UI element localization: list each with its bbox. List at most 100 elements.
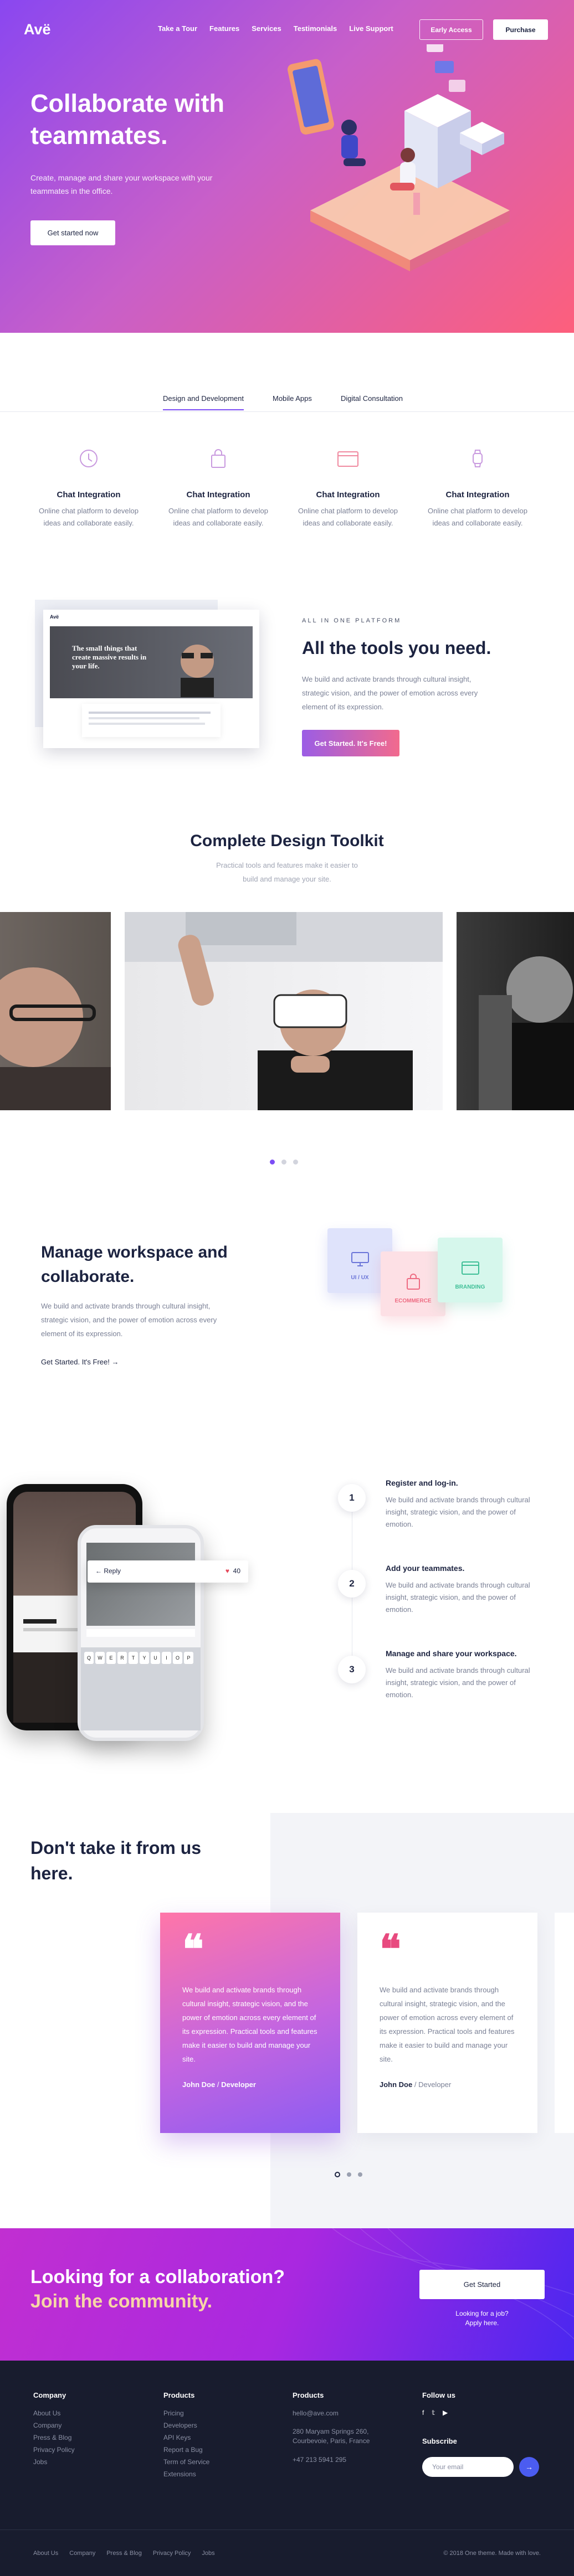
- carousel-dot[interactable]: [335, 2172, 340, 2177]
- feature-text: Online chat platform to develop ideas an…: [298, 507, 398, 527]
- keyboard-key[interactable]: U: [151, 1652, 160, 1664]
- reply-bar[interactable]: ← Reply ♥ 40: [88, 1560, 248, 1583]
- cta-get-started-button[interactable]: Get Started: [419, 2270, 545, 2299]
- keyboard-key[interactable]: T: [129, 1652, 138, 1664]
- footer-phone[interactable]: +47 213 5941 295: [293, 2456, 392, 2464]
- footer-bottom-link[interactable]: Company: [69, 2550, 95, 2557]
- nav-item-testimonials[interactable]: Testimonials: [294, 24, 337, 33]
- email-input[interactable]: Your email: [422, 2457, 514, 2477]
- like-count: 40: [233, 1567, 240, 1575]
- nav-item-features[interactable]: Features: [209, 24, 239, 33]
- keyboard-key[interactable]: R: [117, 1652, 127, 1664]
- carousel-dot[interactable]: [358, 2172, 362, 2177]
- testimonial-text: We build and activate brands through cul…: [380, 1986, 515, 2063]
- phone-keyboard: QWERTYUIOP: [81, 1647, 201, 1730]
- footer-email[interactable]: hello@ave.com: [293, 2409, 392, 2417]
- service-tabs: Design and Development Mobile Apps Digit…: [0, 388, 574, 412]
- footer-col-products: Products Pricing Developers API Keys Rep…: [163, 2391, 210, 2478]
- step-number: 2: [338, 1570, 366, 1598]
- step-title: Register and log-in.: [386, 1478, 458, 1487]
- keyboard-key[interactable]: O: [173, 1652, 182, 1664]
- arrow-right-icon: →: [525, 2462, 533, 2471]
- step-title: Add your teammates.: [386, 1564, 465, 1573]
- early-access-button[interactable]: Early Access: [419, 19, 483, 40]
- youtube-icon[interactable]: ▶: [443, 2409, 448, 2417]
- feature-title: Chat Integration: [445, 490, 510, 499]
- footer-bottom-link[interactable]: About Us: [33, 2550, 58, 2557]
- testimonial-dots: [335, 2172, 362, 2177]
- tab-design-development[interactable]: Design and Development: [163, 394, 244, 410]
- cta-title: Looking for a collaboration?: [30, 2266, 285, 2288]
- keyboard-key[interactable]: E: [106, 1652, 116, 1664]
- keyboard-key[interactable]: Y: [140, 1652, 149, 1664]
- testimonial-author: John Doe / Developer: [380, 2080, 452, 2089]
- shopping-bag-icon: [202, 442, 235, 475]
- footer-address: 280 Maryam Springs 260, Courbevoie, Pari…: [293, 2428, 370, 2445]
- job-link[interactable]: Looking for a job? Apply here.: [419, 2309, 545, 2328]
- mockup-headline: The small things that create massive res…: [72, 644, 147, 670]
- footer-bottom-link[interactable]: Press & Blog: [106, 2550, 142, 2557]
- footer-link[interactable]: Extensions: [163, 2470, 209, 2478]
- purchase-button[interactable]: Purchase: [493, 19, 548, 40]
- footer-link[interactable]: Press & Blog: [33, 2434, 75, 2441]
- subscribe-submit-button[interactable]: →: [519, 2457, 539, 2477]
- tile-ecommerce[interactable]: ECOMMERCE: [381, 1251, 445, 1316]
- twitter-icon[interactable]: 𝕥: [432, 2409, 435, 2417]
- footer-col-company: Company About Us Company Press & Blog Pr…: [33, 2391, 75, 2466]
- footer-link[interactable]: Report a Bug: [163, 2446, 209, 2454]
- copyright: © 2018 One theme. Made with love.: [443, 2550, 541, 2557]
- carousel-dot[interactable]: [270, 1160, 275, 1165]
- footer: Company About Us Company Press & Blog Pr…: [0, 2361, 574, 2576]
- keyboard-key[interactable]: P: [184, 1652, 193, 1664]
- logo[interactable]: Avë: [24, 21, 51, 38]
- facebook-icon[interactable]: f: [422, 2409, 424, 2417]
- tab-digital-consultation[interactable]: Digital Consultation: [341, 394, 403, 403]
- footer-link[interactable]: Developers: [163, 2422, 209, 2429]
- step-text: We build and activate brands through cul…: [386, 1581, 530, 1614]
- heart-icon[interactable]: ♥: [226, 1567, 229, 1575]
- carousel-dot[interactable]: [281, 1160, 286, 1165]
- nav-item-services[interactable]: Services: [252, 24, 281, 33]
- testimonial-text: We build and activate brands through cul…: [182, 1986, 317, 2063]
- social-links: f 𝕥 ▶: [422, 2409, 448, 2417]
- footer-link[interactable]: Company: [33, 2422, 75, 2429]
- hero-title: Collaborate with teammates.: [30, 89, 225, 150]
- gallery-image: [457, 912, 574, 1110]
- feature-card: Chat Integration Online chat platform to…: [428, 442, 527, 529]
- isometric-illustration: [288, 44, 510, 271]
- arrow-left-icon: ←: [95, 1567, 102, 1575]
- footer-link[interactable]: About Us: [33, 2409, 75, 2417]
- footer-divider: [0, 2529, 574, 2530]
- cta-subtitle: Join the community.: [30, 2291, 213, 2312]
- tools-kicker: ALL IN ONE PLATFORM: [302, 617, 402, 624]
- nav-menu: Take a Tour Features Services Testimonia…: [158, 24, 393, 33]
- tile-branding[interactable]: BRANDING: [438, 1238, 503, 1302]
- footer-link[interactable]: Term of Service: [163, 2458, 209, 2466]
- get-started-button[interactable]: Get started now: [30, 220, 115, 245]
- carousel-dot[interactable]: [293, 1160, 298, 1165]
- footer-link[interactable]: API Keys: [163, 2434, 209, 2441]
- footer-bottom-link[interactable]: Jobs: [202, 2550, 214, 2557]
- footer-bottom-link[interactable]: Privacy Policy: [153, 2550, 191, 2557]
- nav-item-live-support[interactable]: Live Support: [349, 24, 393, 33]
- toolkit-title: Complete Design Toolkit: [190, 832, 384, 850]
- clock-icon: [72, 442, 105, 475]
- carousel-dot[interactable]: [347, 2172, 351, 2177]
- tab-mobile-apps[interactable]: Mobile Apps: [273, 394, 312, 403]
- keyboard-key[interactable]: Q: [84, 1652, 94, 1664]
- footer-bottom-links: About Us Company Press & Blog Privacy Po…: [33, 2550, 215, 2557]
- feature-title: Chat Integration: [186, 490, 250, 499]
- footer-link[interactable]: Pricing: [163, 2409, 209, 2417]
- nav-item-tour[interactable]: Take a Tour: [158, 24, 197, 33]
- workspace-get-started-link[interactable]: Get Started. It's Free! →: [41, 1358, 119, 1366]
- keyboard-key[interactable]: I: [162, 1652, 171, 1664]
- hero-subtitle: Create, manage and share your workspace …: [30, 173, 213, 195]
- mockup-article: [82, 704, 221, 737]
- footer-link[interactable]: Privacy Policy: [33, 2446, 75, 2454]
- feature-card: Chat Integration Online chat platform to…: [168, 442, 268, 529]
- footer-link[interactable]: Jobs: [33, 2458, 75, 2466]
- quote-icon: ❝: [380, 1928, 401, 1972]
- step-text: We build and activate brands through cul…: [386, 1666, 530, 1699]
- keyboard-key[interactable]: W: [95, 1652, 105, 1664]
- tools-get-started-button[interactable]: Get Started. It's Free!: [302, 730, 399, 756]
